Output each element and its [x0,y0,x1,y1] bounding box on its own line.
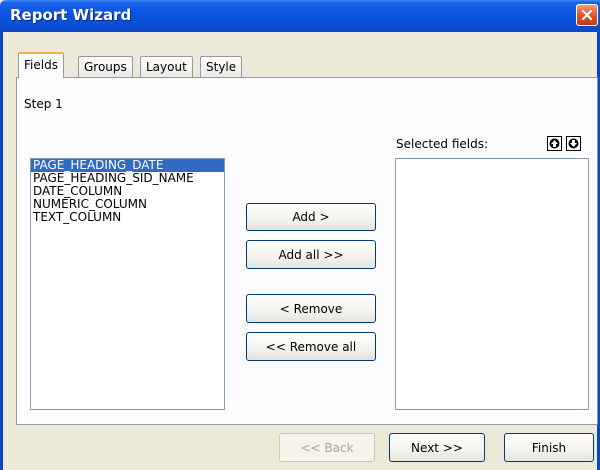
list-item[interactable]: TEXT_COLUMN [31,211,224,224]
window-frame-left [0,32,3,470]
report-wizard-window: Report Wizard Fields Groups Layout Style… [0,0,600,470]
move-down-button[interactable] [566,136,581,151]
close-button[interactable] [576,4,598,26]
back-button[interactable]: << Back [279,433,375,462]
next-button[interactable]: Next >> [389,433,485,462]
tab-fields[interactable]: Fields [18,52,64,78]
window-title: Report Wizard [10,6,132,24]
close-icon [581,9,593,21]
title-bar[interactable]: Report Wizard [0,0,600,32]
add-button[interactable]: Add > [246,203,376,231]
arrow-up-icon [549,138,560,149]
finish-button[interactable]: Finish [504,433,594,462]
add-all-button[interactable]: Add all >> [246,240,376,269]
step-label: Step 1 [24,97,63,111]
move-up-button[interactable] [547,136,562,151]
selected-fields-label: Selected fields: [396,137,489,151]
tab-style[interactable]: Style [200,56,243,77]
selected-fields-list[interactable] [395,158,589,410]
remove-button[interactable]: < Remove [246,294,376,323]
tab-groups[interactable]: Groups [78,56,133,77]
remove-all-button[interactable]: << Remove all [246,332,376,361]
available-fields-list[interactable]: PAGE_HEADING_DATE PAGE_HEADING_SID_NAME … [30,158,225,410]
tab-layout[interactable]: Layout [140,56,193,77]
arrow-down-icon [568,138,579,149]
